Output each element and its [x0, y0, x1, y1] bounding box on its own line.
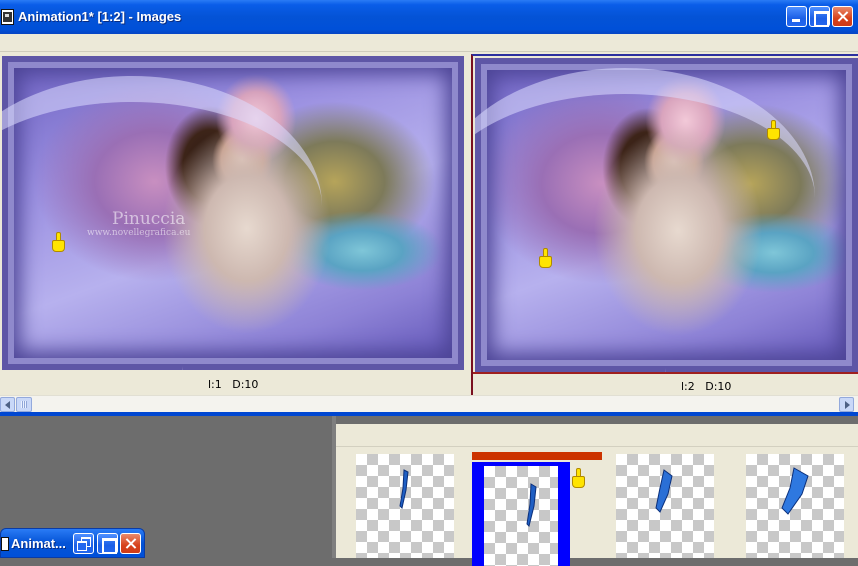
- animation-shop-icon[interactable]: [1, 9, 14, 25]
- pointing-hand-icon: [767, 120, 781, 142]
- frame-2[interactable]: l:2 D:10: [471, 54, 858, 395]
- frame-1-image[interactable]: Pinuccia www.novellegrafica.eu: [2, 56, 464, 370]
- frame-2-image[interactable]: [475, 58, 858, 372]
- scroll-thumb[interactable]: [16, 397, 32, 412]
- watermark: Pinuccia www.novellegrafica.eu: [87, 209, 190, 238]
- maximize-button[interactable]: [97, 533, 118, 554]
- thumbnail-window: [332, 416, 858, 566]
- pointing-hand-icon: [52, 232, 66, 254]
- frame-1[interactable]: Pinuccia www.novellegrafica.eu l:1 D:10: [0, 54, 468, 395]
- watermark-text: Pinuccia: [112, 209, 186, 229]
- minimized-window-title: Animat...: [11, 536, 66, 551]
- scroll-right-button[interactable]: [839, 397, 854, 412]
- frame-2-label: l:2 D:10: [681, 380, 732, 393]
- watermark-url: www.novellegrafica.eu: [87, 228, 191, 238]
- horizontal-scrollbar[interactable]: [0, 395, 858, 412]
- butterfly-icon: [781, 467, 809, 515]
- decor-wave: [475, 68, 815, 328]
- minimize-icon: [787, 7, 806, 26]
- selected-thumbnail-marker: [472, 452, 602, 460]
- thumbnail-header-strip: [336, 426, 858, 447]
- animation-shop-icon: [1, 537, 9, 551]
- animation-window: Animation1* [1:2] - Images Pinuccia www.…: [0, 0, 858, 416]
- pointing-hand-icon: [572, 468, 586, 490]
- maximize-icon: [810, 7, 829, 27]
- thumbnail-frame-3[interactable]: [616, 454, 714, 558]
- frame-header-strip: [0, 34, 858, 52]
- maximize-button[interactable]: [809, 6, 830, 27]
- butterfly-icon: [526, 483, 537, 527]
- arrow-right-icon: [845, 401, 850, 409]
- title-bar[interactable]: Animation1* [1:2] - Images: [0, 0, 858, 34]
- butterfly-icon: [655, 469, 673, 513]
- close-button[interactable]: [120, 533, 141, 554]
- thumbnail-frame-1[interactable]: [356, 454, 454, 558]
- thumbnail-frame-4[interactable]: [746, 454, 844, 558]
- minimized-window-bar[interactable]: Animat...: [0, 528, 145, 558]
- butterfly-icon: [399, 469, 409, 509]
- transparency-checker: [484, 466, 558, 566]
- restore-button[interactable]: [73, 533, 94, 554]
- close-icon: [833, 7, 852, 26]
- frames-area: Pinuccia www.novellegrafica.eu l:1 D:10: [0, 52, 858, 395]
- thumbnail-frame-2[interactable]: [472, 462, 585, 566]
- frame-1-label: l:1 D:10: [208, 378, 259, 391]
- minimize-button[interactable]: [786, 6, 807, 27]
- thumbnail-panel: [336, 424, 858, 566]
- close-button[interactable]: [832, 6, 853, 27]
- pointing-hand-icon: [539, 248, 553, 270]
- arrow-left-icon: [5, 401, 10, 409]
- scroll-left-button[interactable]: [0, 397, 15, 412]
- window-title: Animation1* [1:2] - Images: [18, 9, 182, 24]
